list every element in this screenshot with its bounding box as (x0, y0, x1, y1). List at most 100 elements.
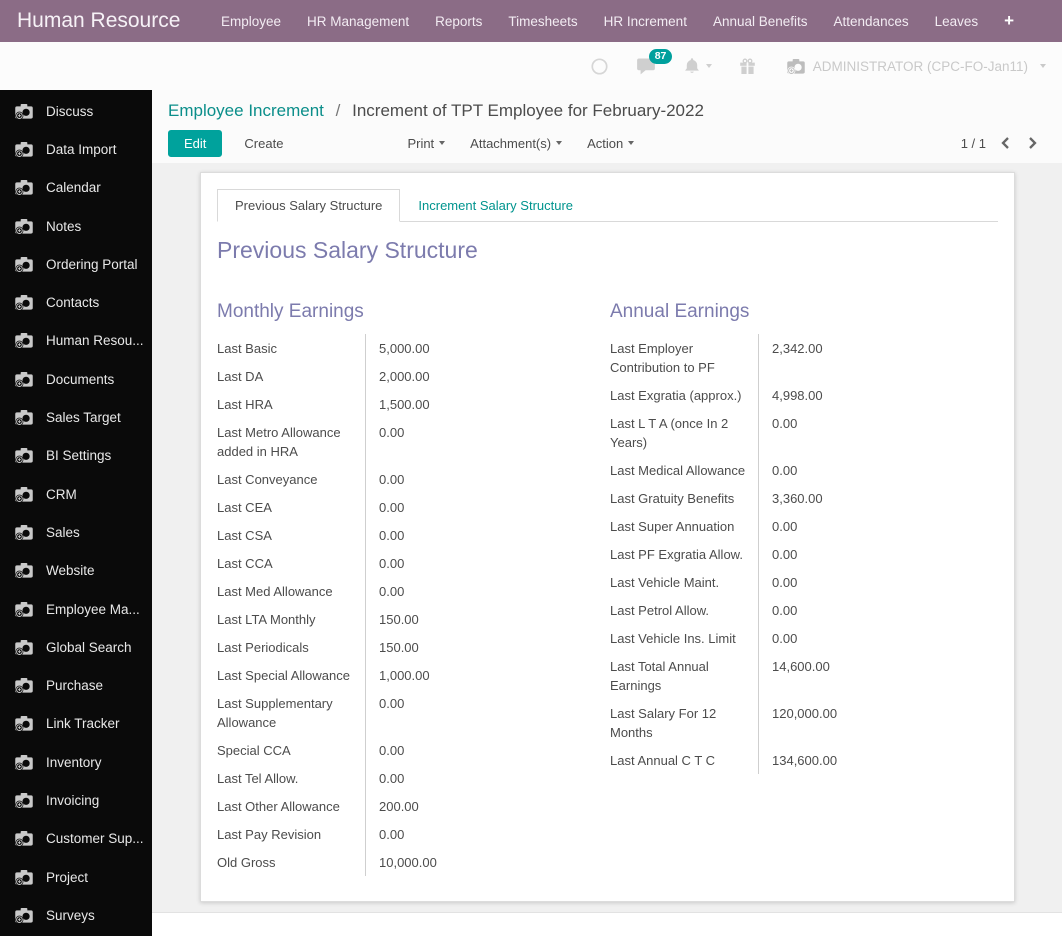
broken-image-icon (15, 371, 33, 388)
sidebar-item-discuss[interactable]: Discuss (0, 92, 152, 130)
sidebar-item-calendar[interactable]: Calendar (0, 169, 152, 207)
activities-icon[interactable] (590, 57, 609, 76)
chevron-left-icon (1001, 137, 1009, 149)
sidebar-item-notes[interactable]: Notes (0, 207, 152, 245)
broken-image-icon (14, 332, 34, 350)
field-value: 1,000.00 (365, 661, 593, 689)
sidebar-item-contacts[interactable]: Contacts (0, 283, 152, 321)
field-value: 4,998.00 (758, 381, 986, 409)
attachments-dropdown[interactable]: Attachment(s) (470, 136, 563, 151)
sidebar-item-project[interactable]: Project (0, 858, 152, 896)
create-button[interactable]: Create (232, 131, 295, 156)
page-title: Previous Salary Structure (217, 237, 478, 263)
field-label: Last Annual C T C (610, 752, 716, 768)
field-label: Last Other Allowance (217, 798, 340, 814)
sidebar-item-global-search[interactable]: Global Search (0, 628, 152, 666)
field-row: Last DA 2,000.00 (217, 362, 593, 390)
field-value: 0.00 (365, 689, 593, 736)
sidebar-item-ordering-portal[interactable]: Ordering Portal (0, 245, 152, 283)
action-dropdown[interactable]: Action (587, 136, 635, 151)
monthly-earnings-fields: Last Basic 5,000.00 Last DA 2,000.00 Las… (217, 334, 593, 876)
sidebar-item-surveys[interactable]: Surveys (0, 896, 152, 934)
sidebar-item-invoicing[interactable]: Invoicing (0, 781, 152, 819)
sidebar-item-data-import[interactable]: Data Import (0, 130, 152, 168)
nav-item-reports[interactable]: Reports (422, 14, 495, 29)
broken-image-icon (15, 831, 33, 847)
sidebar-item-customer-sup[interactable]: Customer Sup... (0, 820, 152, 858)
field-value: 0.00 (758, 456, 986, 484)
sidebar-item-human-resou[interactable]: Human Resou... (0, 322, 152, 360)
sidebar-item-sales-target[interactable]: Sales Target (0, 398, 152, 436)
gift-box-icon (739, 58, 755, 74)
broken-image-icon (14, 294, 34, 311)
field-row: Last Supplementary Allowance 0.00 (217, 689, 593, 736)
sidebar-item-documents[interactable]: Documents (0, 360, 152, 398)
plus-icon[interactable]: + (994, 11, 1024, 31)
notifications-menu[interactable] (683, 57, 712, 75)
form-sheet: Previous Salary Structure Increment Sala… (200, 172, 1015, 902)
field-value: 14,600.00 (758, 652, 986, 699)
sidebar-item-crm[interactable]: CRM (0, 475, 152, 513)
field-label: Last Super Annuation (610, 518, 735, 534)
sidebar-item-employee-ma[interactable]: Employee Ma... (0, 590, 152, 628)
broken-image-icon (14, 103, 34, 120)
broken-image-icon (14, 639, 34, 656)
broken-image-icon (15, 295, 33, 311)
broken-image-icon (15, 218, 33, 235)
sidebar-item-link-tracker[interactable]: Link Tracker (0, 705, 152, 743)
field-value: 0.00 (365, 820, 593, 848)
app-brand[interactable]: Human Resource (0, 9, 208, 33)
field-value: 0.00 (365, 549, 593, 577)
sidebar-item-label: Surveys (46, 907, 95, 923)
nav-item-hr-management[interactable]: HR Management (294, 14, 422, 29)
field-row: Last Employer Contribution to PF 2,342.0… (610, 334, 986, 381)
field-row: Last CCA 0.00 (217, 549, 593, 577)
field-row: Last Super Annuation 0.00 (610, 512, 986, 540)
messages-menu[interactable]: 87 (636, 49, 673, 75)
nav-item-leaves[interactable]: Leaves (922, 14, 992, 29)
sidebar-item-label: Website (46, 563, 95, 579)
field-label: Last Employer Contribution to PF (610, 340, 715, 375)
pager-previous-button[interactable] (996, 134, 1014, 152)
sidebar-item-bi-settings[interactable]: BI Settings (0, 437, 152, 475)
sidebar-item-sales[interactable]: Sales (0, 513, 152, 551)
nav-item-annual-benefits[interactable]: Annual Benefits (700, 14, 821, 29)
broken-image-icon (15, 524, 33, 541)
broken-image-icon (14, 792, 34, 809)
field-row: Last Vehicle Ins. Limit 0.00 (610, 624, 986, 652)
nav-item-employee[interactable]: Employee (208, 14, 294, 29)
pager-next-button[interactable] (1024, 134, 1042, 152)
field-row: Last Petrol Allow. 0.00 (610, 596, 986, 624)
breadcrumb-parent-link[interactable]: Employee Increment (168, 101, 324, 120)
chevron-right-icon (1029, 137, 1037, 149)
nav-item-hr-increment[interactable]: HR Increment (591, 14, 700, 29)
field-row: Last LTA Monthly 150.00 (217, 605, 593, 633)
field-row: Last Vehicle Maint. 0.00 (610, 568, 986, 596)
field-row: Last Special Allowance 1,000.00 (217, 661, 593, 689)
field-value: 120,000.00 (758, 699, 986, 746)
nav-item-timesheets[interactable]: Timesheets (495, 14, 590, 29)
tab-previous-salary-structure[interactable]: Previous Salary Structure (217, 189, 401, 222)
field-row: Last Gratuity Benefits 3,360.00 (610, 484, 986, 512)
broken-image-icon (14, 754, 34, 771)
broken-image-icon (14, 371, 34, 388)
user-menu[interactable]: ADMINISTRATOR (CPC-FO-Jan11) (786, 58, 1046, 75)
gift-icon[interactable] (739, 58, 756, 75)
broken-image-icon (14, 907, 34, 924)
field-row: Last HRA 1,500.00 (217, 390, 593, 418)
field-value: 150.00 (365, 633, 593, 661)
field-value: 0.00 (758, 568, 986, 596)
broken-image-icon (15, 869, 33, 886)
sidebar-item-inventory[interactable]: Inventory (0, 743, 152, 781)
tab-increment-salary-structure[interactable]: Increment Salary Structure (400, 189, 591, 222)
edit-button[interactable]: Edit (168, 129, 223, 157)
nav-item-attendances[interactable]: Attendances (821, 14, 922, 29)
sidebar-item-purchase[interactable]: Purchase (0, 666, 152, 704)
sidebar-item-label: Global Search (46, 639, 132, 655)
breadcrumb-current: Increment of TPT Employee for February-2… (352, 101, 704, 120)
sidebar-item-website[interactable]: Website (0, 552, 152, 590)
print-dropdown[interactable]: Print (407, 136, 446, 151)
field-row: Last Medical Allowance 0.00 (610, 456, 986, 484)
field-row: Last Periodicals 150.00 (217, 633, 593, 661)
chevron-down-icon (556, 141, 563, 145)
